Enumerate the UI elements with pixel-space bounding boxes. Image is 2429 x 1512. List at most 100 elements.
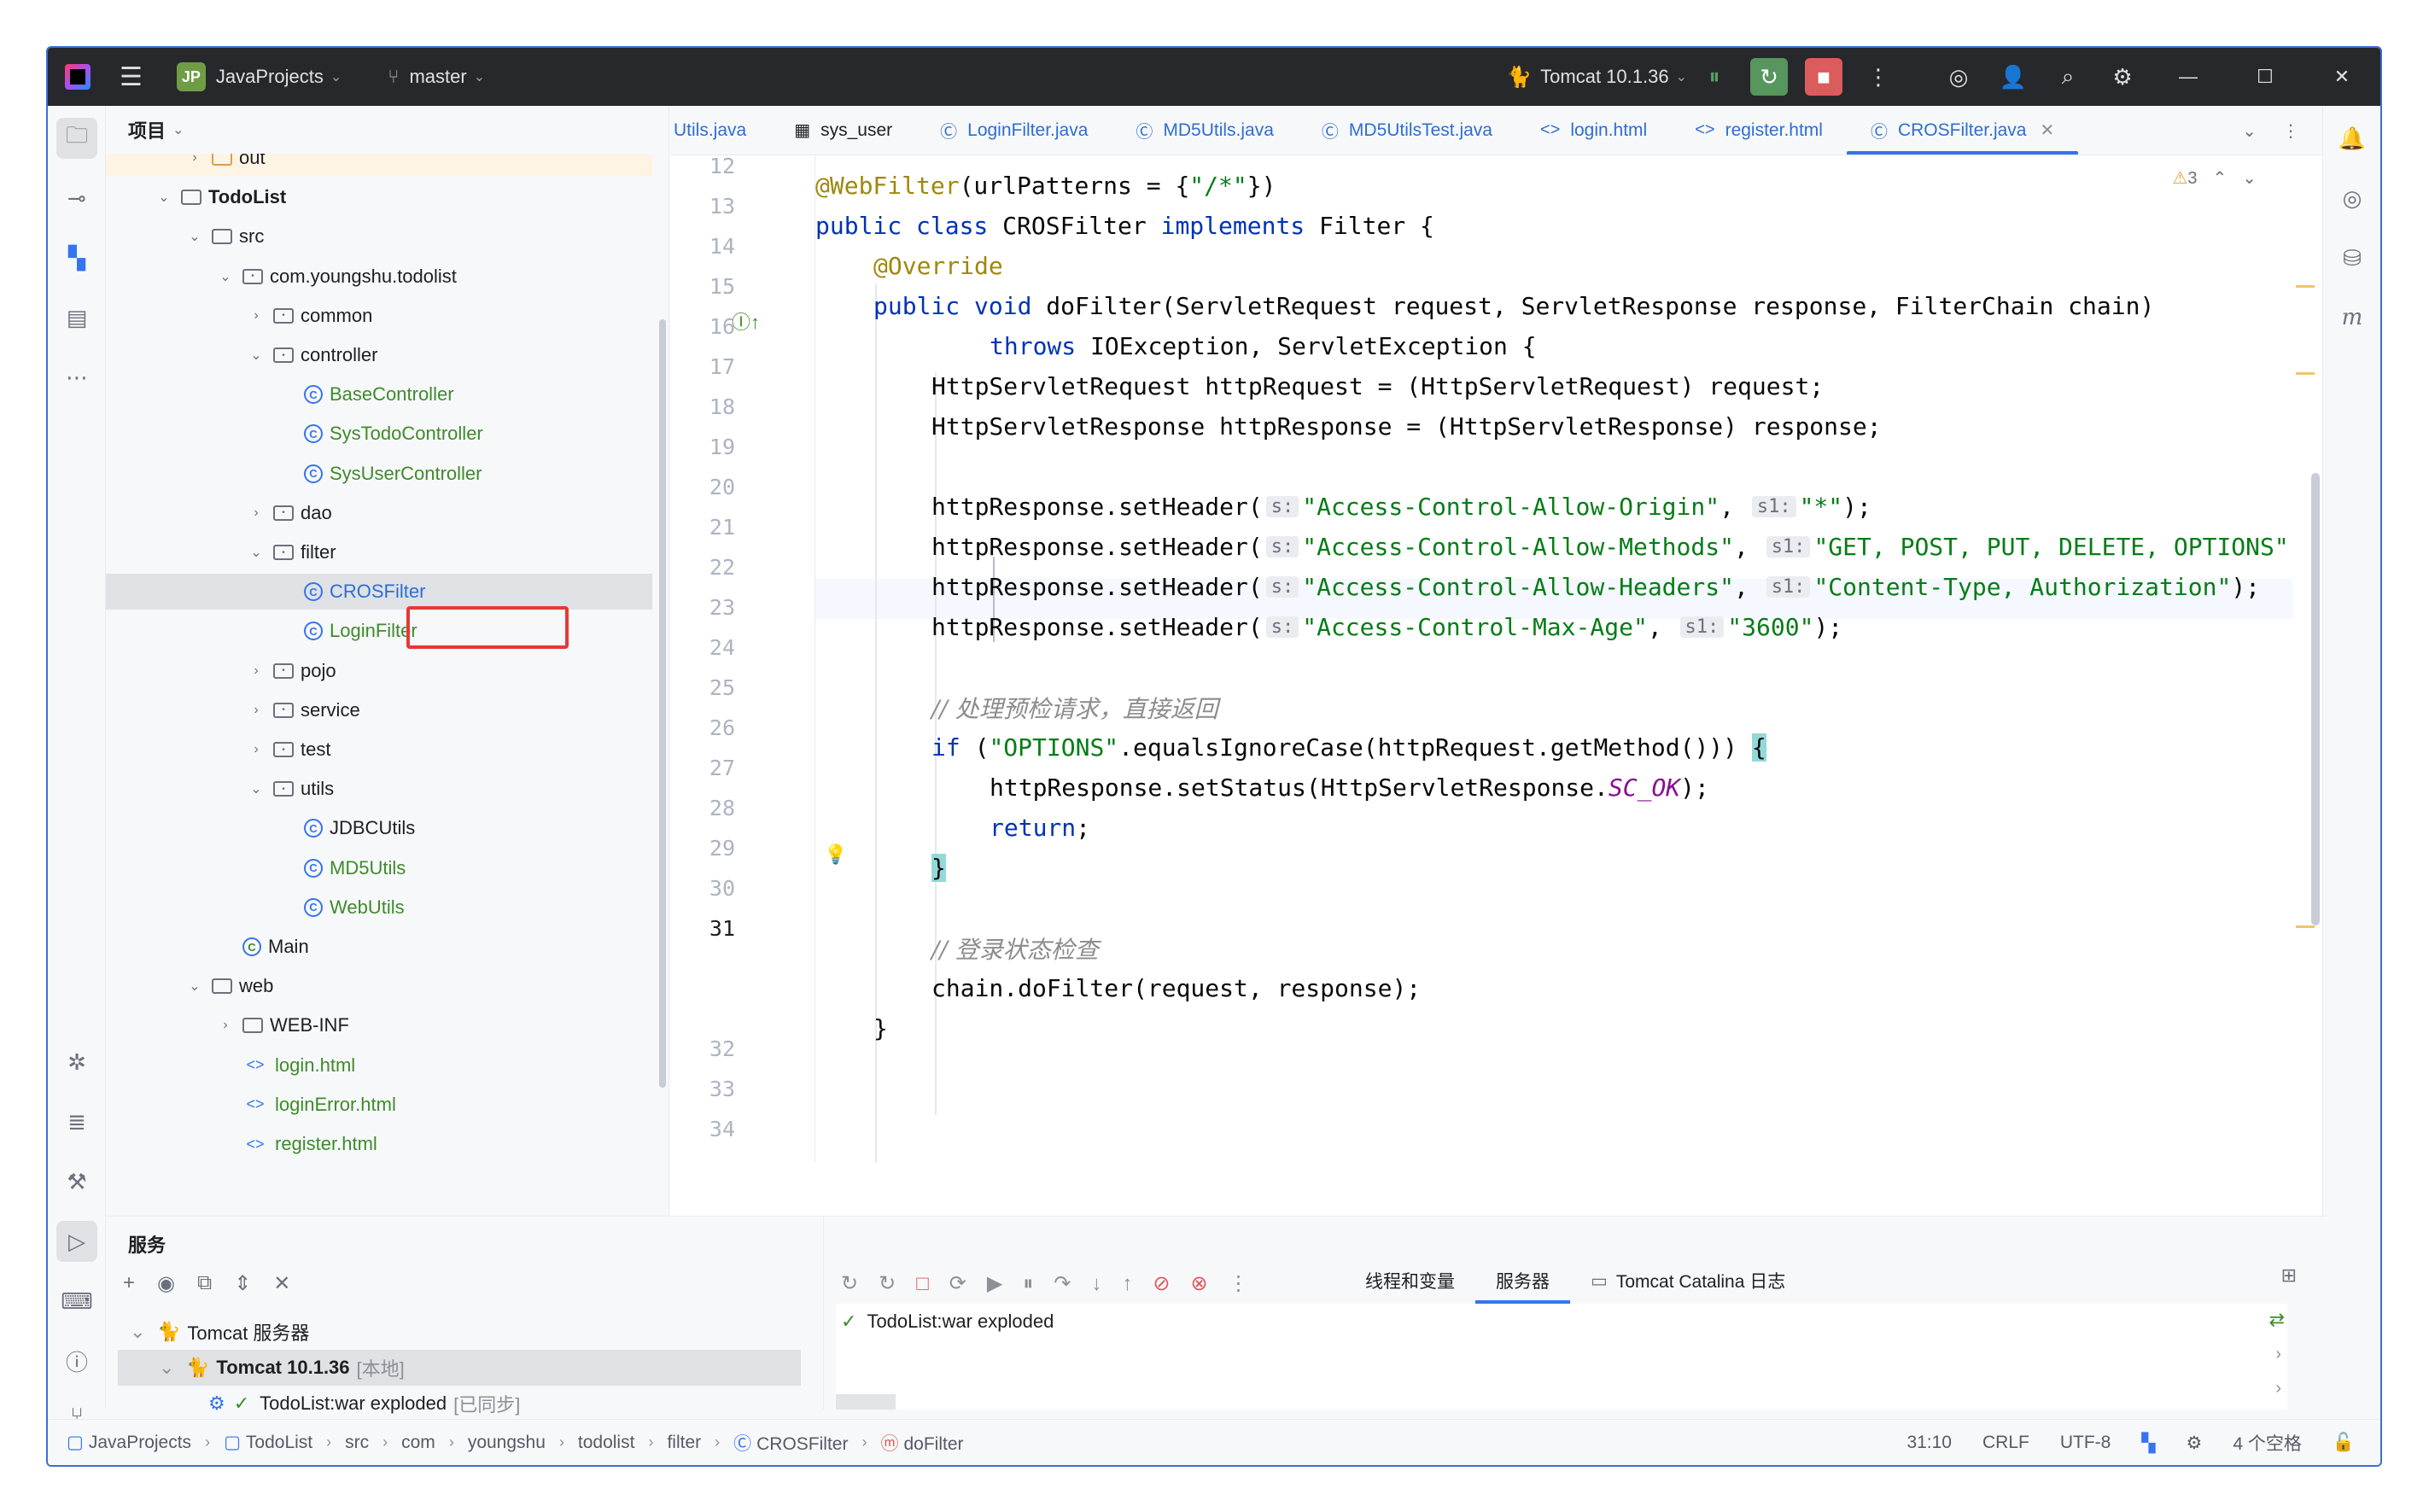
stop-icon[interactable]: ■ [1805, 58, 1842, 96]
tree-item-out[interactable]: › out [106, 154, 652, 176]
tree-item-com-youngshu-todolist[interactable]: ⌄ • com.youngshu.todolist [106, 259, 652, 295]
code-style-icon[interactable]: ⚙ [2187, 1433, 2203, 1454]
step-over-icon[interactable]: ↷ [1054, 1271, 1071, 1296]
indent-setting[interactable]: 4 个空格 [2233, 1430, 2302, 1456]
tree-item-utils[interactable]: ⌄ • utils [106, 771, 652, 807]
tree-scrollbar[interactable] [659, 319, 666, 1088]
editor-scrollbar[interactable] [2311, 473, 2320, 925]
tree-item-web[interactable]: ⌄ web [106, 968, 652, 1004]
tree-item-pojo[interactable]: › • pojo [106, 653, 652, 689]
file-encoding[interactable]: UTF-8 [2060, 1433, 2111, 1453]
lightbulb-icon[interactable]: 💡 [824, 844, 847, 866]
step-out-icon[interactable]: ↑ [1122, 1272, 1132, 1296]
chevron-right-icon[interactable]: › [248, 505, 265, 521]
search-icon[interactable]: ⌕ [2049, 58, 2087, 96]
notifications-bell-icon[interactable]: 🔔 [2332, 118, 2373, 159]
commit-icon[interactable]: ⊸ [56, 178, 97, 219]
branch-name[interactable]: master [409, 66, 466, 88]
editor-tab-crosfilter-java[interactable]: Ⓒ CROSFilter.java ✕ [1846, 106, 2079, 155]
terminal-icon[interactable]: ⌨ [56, 1281, 97, 1322]
editor-tab-utils-java[interactable]: Utils.java [670, 106, 770, 155]
tab-server[interactable]: 服务器 [1475, 1258, 1570, 1304]
chevron-right-icon[interactable]: › [248, 742, 265, 757]
tab-list-chevron-icon[interactable]: ⌄ [2242, 120, 2257, 142]
bookmarks-icon[interactable]: ▤ [56, 297, 97, 338]
tree-item-systodocontroller[interactable]: C SysTodoController [106, 416, 652, 452]
close-tab-icon[interactable]: ✕ [2041, 120, 2055, 141]
breadcrumb-item[interactable]: todolist [578, 1433, 635, 1453]
tree-item-register-html[interactable]: <> register.html [106, 1126, 652, 1162]
structure-view-icon[interactable]: ▚ [2141, 1433, 2155, 1454]
pause-icon[interactable]: ⏸ [1023, 1272, 1033, 1296]
ai-assistant-icon[interactable]: ◎ [1940, 58, 1977, 96]
close-button[interactable]: ✕ [2303, 66, 2380, 88]
tree-item-main[interactable]: C Main [106, 929, 652, 965]
redeploy-icon[interactable]: ↻ [879, 1271, 896, 1296]
chevron-down-icon[interactable]: ⌄ [159, 1357, 179, 1379]
settings-gear-icon[interactable]: ⚙ [2104, 58, 2141, 96]
mute-breakpoints-icon[interactable]: ⊗ [1191, 1271, 1208, 1296]
chevron-down-icon[interactable]: ⌄ [186, 228, 203, 245]
tree-item-src[interactable]: ⌄ src [106, 219, 652, 254]
services-tree-tomcat-servers[interactable]: ⌄ 🐈 Tomcat 服务器 [130, 1314, 309, 1350]
rerun-icon[interactable]: ↻ [1750, 58, 1788, 96]
tree-item-loginerror-html[interactable]: <> loginError.html [106, 1087, 652, 1123]
tree-item-registerfail-html[interactable]: <>registerFail.html [106, 1165, 652, 1170]
database-icon[interactable]: ⛁ [2332, 237, 2373, 278]
editor-tab-md5utils-java[interactable]: Ⓒ MD5Utils.java [1112, 106, 1298, 155]
code-area[interactable]: @WebFilter (urlPatterns = {"/*"}) public … [815, 155, 2292, 1163]
chevron-down-icon[interactable]: ⌄ [155, 189, 172, 206]
more-actions-icon[interactable]: ⋮ [1860, 58, 1897, 96]
services-tree-tomcat-instance[interactable]: ⌄ 🐈 Tomcat 10.1.36 [本地] [118, 1350, 801, 1386]
breadcrumb-item[interactable]: Ⓒ CROSFilter [733, 1430, 848, 1456]
tree-item-loginfilter[interactable]: C LoginFilter [106, 613, 652, 649]
debug-bars-icon[interactable]: ⏸ [1696, 58, 1733, 96]
tree-item-test[interactable]: › • test [106, 732, 652, 768]
step-into-icon[interactable]: ↓ [1091, 1272, 1101, 1296]
chevron-down-icon[interactable]: ⌄ [130, 1321, 150, 1343]
tab-more-icon[interactable]: ⋮ [2282, 120, 2299, 142]
deploy-sync-icon[interactable]: ⇄ [2269, 1309, 2285, 1331]
tree-item-basecontroller[interactable]: C BaseController [106, 377, 652, 412]
chevron-down-icon[interactable]: ⌄ [217, 268, 234, 285]
caret-position[interactable]: 31:10 [1906, 1433, 1952, 1453]
chevron-right-icon[interactable]: › [2275, 1345, 2281, 1364]
chevron-right-icon[interactable]: › [248, 663, 265, 679]
tree-item-common[interactable]: › • common [106, 298, 652, 334]
layout-icon[interactable]: ⊞ [2281, 1264, 2297, 1287]
editor-tab-register-html[interactable]: <> register.html [1671, 106, 1847, 155]
breadcrumb-item[interactable]: ⓜ doFilter [880, 1430, 963, 1456]
eye-icon[interactable]: ◉ [157, 1271, 175, 1296]
chevron-down-icon[interactable]: ⌄ [330, 68, 342, 85]
editor-tab-md5utilstest-java[interactable]: Ⓒ MD5UtilsTest.java [1298, 106, 1516, 155]
debug-bug-icon[interactable]: ✲ [56, 1042, 97, 1083]
horizontal-scrollbar[interactable] [836, 1394, 896, 1410]
breadcrumb-item[interactable]: ▢ TodoList [224, 1432, 312, 1453]
chevron-right-icon[interactable]: › [186, 154, 203, 166]
resume-icon[interactable]: ▶ [987, 1271, 1002, 1296]
line-separator[interactable]: CRLF [1982, 1433, 2029, 1453]
tab-threads-variables[interactable]: 线程和变量 [1345, 1258, 1475, 1304]
tab-catalina-log[interactable]: ▭ Tomcat Catalina 日志 [1570, 1258, 1806, 1304]
project-badge[interactable]: JP [176, 62, 206, 91]
view-breakpoints-icon[interactable]: ⊘ [1153, 1271, 1170, 1296]
add-user-icon[interactable]: 👤 [1994, 58, 2032, 96]
tree-item-controller[interactable]: ⌄ • controller [106, 337, 652, 373]
new-tab-icon[interactable]: ⧉ [197, 1271, 212, 1296]
more-icon[interactable]: ⋮ [1229, 1271, 1249, 1296]
tree-item-md5utils[interactable]: C MD5Utils [106, 850, 652, 886]
breadcrumb-item[interactable]: youngshu [468, 1433, 546, 1453]
editor-tab-loginfilter-java[interactable]: Ⓒ LoginFilter.java [916, 106, 1112, 155]
project-panel-header[interactable]: 项目 ⌄ [106, 106, 669, 154]
tree-item-jdbcutils[interactable]: C JDBCUtils [106, 810, 652, 846]
services-tree-artifact[interactable]: ⚙ ✓ TodoList:war exploded [已同步] [208, 1386, 520, 1422]
chevron-down-icon[interactable]: ⌄ [248, 544, 265, 561]
tree-item-web-inf[interactable]: › WEB-INF [106, 1007, 652, 1043]
services-icon[interactable]: ▷ [56, 1221, 97, 1262]
implements-gutter-icon[interactable]: Ⓘ↑ [732, 307, 760, 335]
ai-chat-icon[interactable]: ◎ [2332, 178, 2373, 219]
more-tools-icon[interactable]: ⋯ [56, 357, 97, 398]
tree-item-login-html[interactable]: <> login.html [106, 1048, 652, 1083]
chevron-right-icon[interactable]: › [2275, 1379, 2281, 1398]
maximize-button[interactable]: ☐ [2227, 66, 2303, 88]
